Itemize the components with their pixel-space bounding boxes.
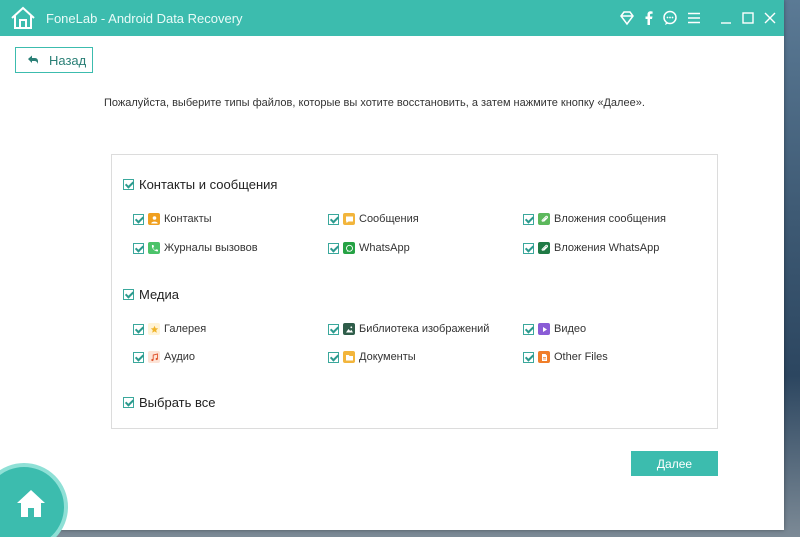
item-whatsapp[interactable]: WhatsApp [328, 242, 410, 254]
item-message-attachments-label: Вложения сообщения [554, 213, 666, 225]
item-whatsapp-attachments-checkbox[interactable] [523, 242, 534, 254]
app-window: FoneLab - Android Data Recovery Назад По… [0, 0, 784, 530]
item-gallery-checkbox[interactable] [133, 323, 144, 335]
group-contacts-label: Контакты и сообщения [139, 177, 278, 192]
titlebar: FoneLab - Android Data Recovery [0, 0, 784, 36]
item-call-logs-checkbox[interactable] [133, 242, 144, 254]
back-arrow-icon [28, 55, 38, 64]
item-audio-label: Аудио [164, 351, 196, 363]
item-documents[interactable]: Документы [328, 351, 416, 363]
item-whatsapp-checkbox[interactable] [328, 242, 339, 254]
group-media-label: Медиа [139, 287, 179, 302]
facebook-icon[interactable] [640, 9, 658, 27]
home-icon [17, 490, 45, 517]
home-logo-icon [11, 6, 35, 29]
item-contacts[interactable]: Контакты [133, 213, 212, 225]
item-call-logs-label: Журналы вызовов [164, 242, 258, 254]
item-documents-checkbox[interactable] [328, 351, 339, 363]
group-media[interactable]: Медиа [123, 287, 179, 302]
item-messages-checkbox[interactable] [328, 213, 339, 225]
close-icon[interactable] [761, 9, 779, 27]
item-messages[interactable]: Сообщения [328, 213, 419, 225]
audio-icon [148, 351, 160, 363]
item-call-logs[interactable]: Журналы вызовов [133, 242, 258, 254]
video-icon [538, 323, 550, 335]
item-whatsapp-label: WhatsApp [359, 242, 410, 254]
whatsapp-attachment-icon [538, 242, 550, 254]
instruction-text: Пожалуйста, выберите типы файлов, которы… [104, 97, 645, 109]
diamond-icon[interactable] [618, 9, 636, 27]
item-whatsapp-attachments[interactable]: Вложения WhatsApp [523, 242, 659, 254]
item-audio-checkbox[interactable] [133, 351, 144, 363]
select-all-checkbox[interactable] [123, 397, 134, 408]
attachment-icon [538, 213, 550, 225]
select-all[interactable]: Выбрать все [123, 395, 215, 410]
contacts-icon [148, 213, 160, 225]
item-gallery-label: Галерея [164, 323, 207, 335]
item-image-library-checkbox[interactable] [328, 323, 339, 335]
item-image-library[interactable]: Библиотека изображений [328, 323, 489, 335]
gallery-icon [148, 323, 160, 335]
file-type-panel: Контакты и сообщения Контакты Сообщения … [111, 154, 718, 429]
item-video[interactable]: Видео [523, 323, 586, 335]
call-log-icon [148, 242, 160, 254]
item-other-files-checkbox[interactable] [523, 351, 534, 363]
other-files-icon [538, 351, 550, 363]
item-contacts-label: Контакты [164, 213, 212, 225]
item-video-label: Видео [554, 323, 587, 335]
back-button[interactable]: Назад [15, 47, 93, 73]
item-documents-label: Документы [359, 351, 416, 363]
item-audio[interactable]: Аудио [133, 351, 195, 363]
messages-icon [343, 213, 355, 225]
image-library-icon [343, 323, 355, 335]
whatsapp-icon [343, 242, 355, 254]
back-button-label: Назад [49, 52, 87, 68]
maximize-icon[interactable] [739, 9, 757, 27]
chat-icon[interactable] [661, 9, 679, 27]
minimize-icon[interactable] [717, 9, 735, 27]
next-button[interactable]: Далее [631, 451, 718, 476]
item-message-attachments-checkbox[interactable] [523, 213, 534, 225]
group-media-checkbox[interactable] [123, 289, 134, 300]
menu-icon[interactable] [685, 9, 703, 27]
item-messages-label: Сообщения [359, 213, 419, 225]
item-message-attachments[interactable]: Вложения сообщения [523, 213, 666, 225]
item-other-files[interactable]: Other Files [523, 351, 608, 363]
group-contacts-checkbox[interactable] [123, 179, 134, 190]
select-all-label: Выбрать все [139, 395, 216, 410]
window-title: FoneLab - Android Data Recovery [46, 11, 243, 26]
item-whatsapp-attachments-label: Вложения WhatsApp [554, 242, 660, 254]
item-gallery[interactable]: Галерея [133, 323, 206, 335]
group-contacts-messages[interactable]: Контакты и сообщения [123, 177, 277, 192]
documents-icon [343, 351, 355, 363]
item-video-checkbox[interactable] [523, 323, 534, 335]
item-image-library-label: Библиотека изображений [359, 323, 490, 335]
item-contacts-checkbox[interactable] [133, 213, 144, 225]
item-other-files-label: Other Files [554, 351, 608, 363]
